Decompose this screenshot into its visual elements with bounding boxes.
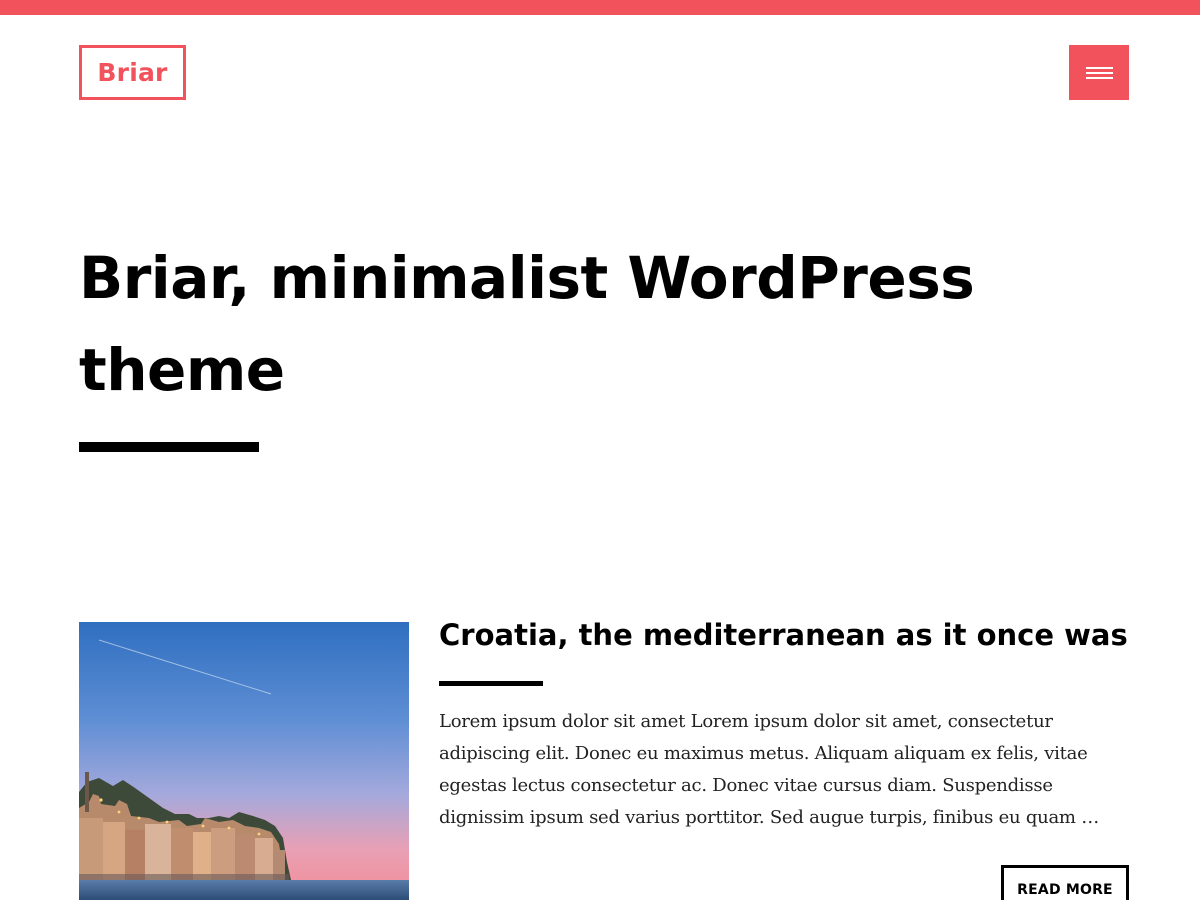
hamburger-icon xyxy=(1085,66,1113,79)
post-title[interactable]: Croatia, the mediterranean as it once wa… xyxy=(439,612,1159,658)
post-excerpt: Lorem ipsum dolor sit amet Lorem ipsum d… xyxy=(439,711,1099,828)
hero-divider xyxy=(79,442,259,452)
site-logo-text: Briar xyxy=(97,58,168,87)
menu-button[interactable] xyxy=(1069,45,1129,100)
read-more-label: READ MORE xyxy=(1017,882,1113,898)
post-title-divider xyxy=(439,681,543,686)
hero-title: Briar, minimalist WordPress theme xyxy=(79,244,975,404)
coastal-town-image xyxy=(79,622,409,900)
top-accent-bar xyxy=(0,0,1200,15)
post-thumbnail[interactable] xyxy=(79,622,409,900)
site-logo[interactable]: Briar xyxy=(79,45,186,100)
read-more-button[interactable]: READ MORE xyxy=(1001,865,1129,900)
